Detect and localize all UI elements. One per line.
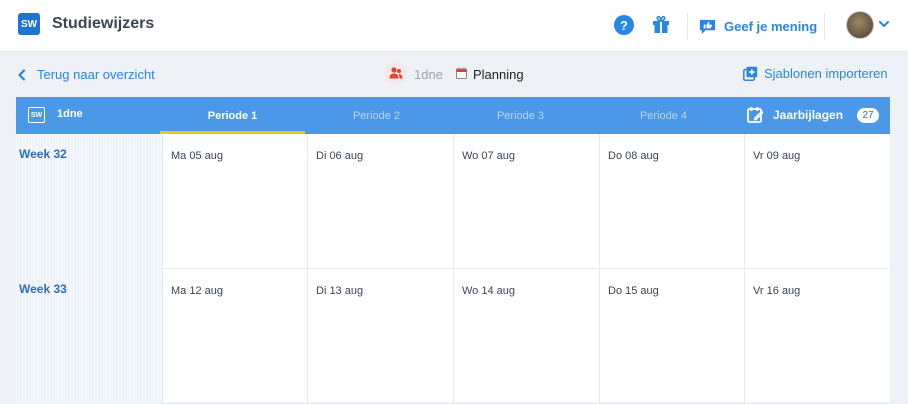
week-label: Week 33 xyxy=(19,282,67,296)
back-label: Terug naar overzicht xyxy=(37,67,155,82)
week-label: Week 32 xyxy=(19,147,67,161)
help-icon[interactable]: ? xyxy=(614,15,634,35)
day-cell[interactable]: Di 06 aug xyxy=(307,134,452,269)
thumbs-up-chat-icon xyxy=(699,19,716,34)
day-cell[interactable]: Ma 05 aug xyxy=(162,134,307,269)
studiewijzer-logo-icon: SW xyxy=(28,107,45,123)
chevron-left-icon xyxy=(18,68,26,81)
tab-periode-3[interactable]: Periode 3 xyxy=(448,97,593,134)
planning-grid: Week 32 Week 33 Ma 05 aug Di 06 aug Wo 0… xyxy=(16,134,890,404)
header-divider xyxy=(824,13,825,39)
day-label: Ma 05 aug xyxy=(171,150,223,162)
calendar-icon xyxy=(456,67,467,79)
chevron-down-icon[interactable] xyxy=(878,18,890,30)
calendar-attachment-icon xyxy=(747,107,764,123)
day-label: Do 15 aug xyxy=(608,285,659,297)
tab-periode-1[interactable]: Periode 1 xyxy=(160,97,305,134)
tab-group-label: 1dne xyxy=(57,108,83,120)
period-tab-bar: SW 1dne Periode 1 Periode 2 Periode 3 Pe… xyxy=(16,97,890,134)
day-label: Di 06 aug xyxy=(316,150,364,162)
day-cell[interactable]: Wo 07 aug xyxy=(453,134,598,269)
jaarbijlagen-label: Jaarbijlagen xyxy=(773,108,844,122)
day-label: Ma 12 aug xyxy=(171,285,223,297)
week-column: Week 32 Week 33 xyxy=(16,134,162,402)
import-label: Sjablonen importeren xyxy=(764,66,888,81)
sub-bar: Terug naar overzicht 1dne Planning Sjabl… xyxy=(0,52,908,97)
app-logo[interactable]: SW xyxy=(18,13,40,35)
planning-label: Planning xyxy=(473,67,524,82)
day-label: Vr 16 aug xyxy=(753,285,801,297)
add-template-icon xyxy=(743,66,758,81)
import-templates-link[interactable]: Sjablonen importeren xyxy=(743,66,888,81)
tab-periode-2[interactable]: Periode 2 xyxy=(304,97,449,134)
day-label: Di 13 aug xyxy=(316,285,364,297)
feedback-button[interactable]: Geef je mening xyxy=(699,15,817,37)
day-cell[interactable]: Do 15 aug xyxy=(599,269,744,404)
day-cell[interactable]: Vr 09 aug xyxy=(744,134,889,269)
feedback-label: Geef je mening xyxy=(724,18,818,34)
day-label: Vr 09 aug xyxy=(753,150,801,162)
day-label: Wo 07 aug xyxy=(462,150,516,162)
day-cell[interactable]: Do 08 aug xyxy=(599,134,744,269)
day-cell[interactable]: Wo 14 aug xyxy=(453,269,598,404)
day-cell[interactable]: Ma 12 aug xyxy=(162,269,307,404)
group-icon xyxy=(385,62,407,84)
gift-icon[interactable] xyxy=(651,14,671,34)
day-cell[interactable]: Di 13 aug xyxy=(307,269,452,404)
top-bar: SW Studiewijzers ? Geef je mening xyxy=(0,0,908,52)
group-label: 1dne xyxy=(414,67,443,82)
back-to-overview-link[interactable]: Terug naar overzicht xyxy=(17,67,155,82)
jaarbijlagen-count-badge: 27 xyxy=(857,107,880,123)
app-title: Studiewijzers xyxy=(52,15,155,32)
day-cell[interactable]: Vr 16 aug xyxy=(744,269,889,404)
day-label: Wo 14 aug xyxy=(462,285,516,297)
header-divider xyxy=(687,13,688,39)
jaarbijlagen-button[interactable]: Jaarbijlagen 27 xyxy=(747,106,880,124)
day-label: Do 08 aug xyxy=(608,150,659,162)
tab-periode-4[interactable]: Periode 4 xyxy=(591,97,736,134)
avatar[interactable] xyxy=(846,11,874,39)
